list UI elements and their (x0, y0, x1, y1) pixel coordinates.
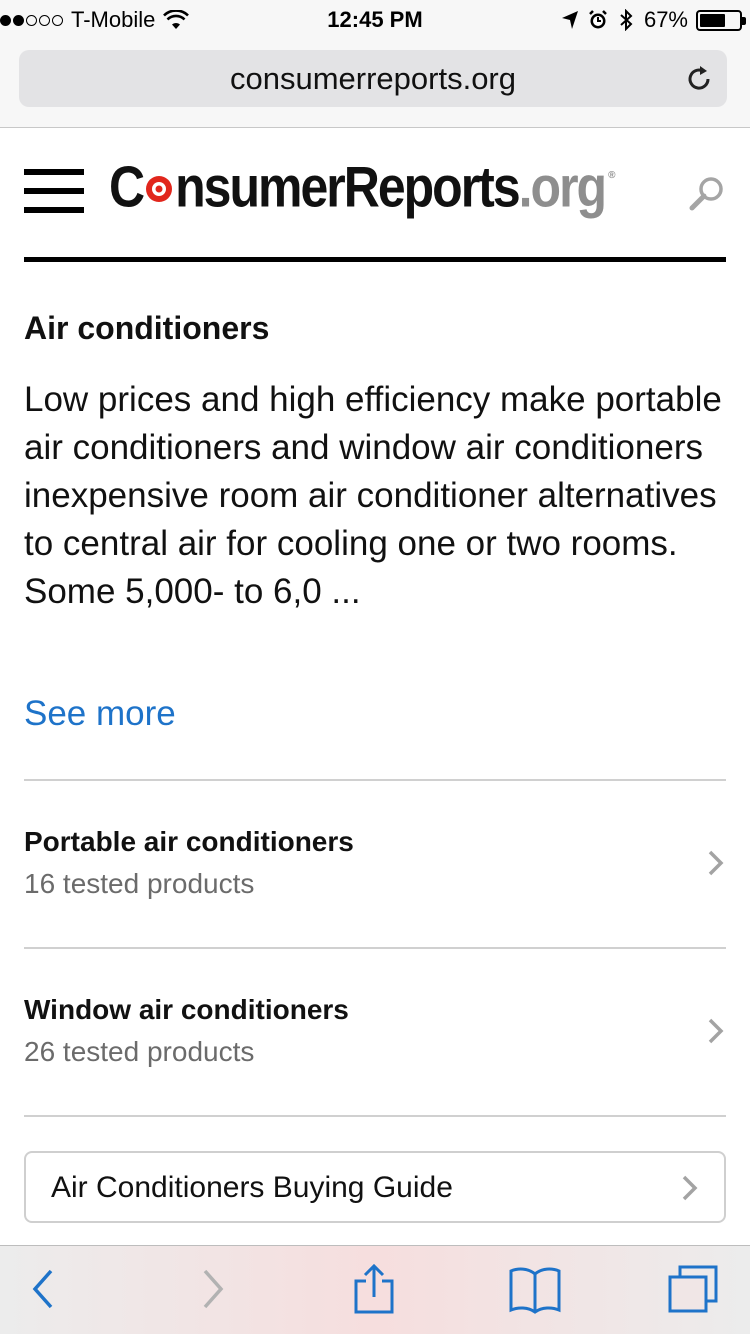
see-more-link[interactable]: See more (24, 694, 176, 734)
logo-wordmark: nsumerReports (175, 154, 521, 220)
browser-toolbar (0, 1245, 750, 1334)
forward-icon[interactable] (198, 1264, 228, 1314)
battery-icon (696, 9, 746, 31)
article-description: Low prices and high efficiency make port… (24, 380, 722, 611)
logo-target-icon (146, 176, 173, 202)
bookmarks-icon[interactable] (508, 1264, 562, 1314)
search-icon[interactable] (688, 174, 726, 212)
logo-registered: ® (608, 170, 616, 181)
chevron-right-icon (708, 1018, 724, 1044)
hamburger-menu-icon[interactable] (24, 169, 84, 213)
bluetooth-icon (620, 9, 633, 31)
location-arrow-icon (561, 11, 578, 29)
divider (24, 947, 726, 949)
chevron-right-icon (682, 1175, 698, 1201)
category-count: 16 tested products (24, 868, 255, 899)
status-right: 67% (560, 7, 746, 33)
battery-percent: 67% (643, 7, 688, 32)
buying-guide-button[interactable]: Air Conditioners Buying Guide (24, 1151, 726, 1223)
url-text[interactable]: consumerreports.org (19, 61, 727, 97)
category-name: Portable air conditioners (24, 826, 354, 857)
status-bar: T-Mobile 12:45 PM 67% (0, 0, 750, 40)
share-icon[interactable] (352, 1264, 396, 1314)
category-name: Window air conditioners (24, 994, 349, 1025)
reload-icon[interactable] (683, 63, 715, 95)
consumer-reports-logo[interactable]: C nsumerReports .org ® (109, 155, 616, 224)
buying-guide-label: Air Conditioners Buying Guide (51, 1171, 453, 1204)
back-icon[interactable] (28, 1264, 58, 1314)
tabs-icon[interactable] (666, 1264, 720, 1314)
site-header: C nsumerReports .org ® (24, 155, 726, 262)
chevron-right-icon (708, 850, 724, 876)
category-count: 26 tested products (24, 1036, 255, 1067)
logo-org: .org (518, 154, 607, 220)
logo-letter-c: C (109, 154, 145, 220)
category-row-window[interactable]: Window air conditioners 26 tested produc… (24, 994, 726, 1114)
page-title: Air conditioners (24, 310, 270, 346)
divider (24, 1115, 726, 1117)
alarm-icon (589, 10, 607, 29)
divider (24, 779, 726, 781)
address-bar[interactable]: consumerreports.org (19, 50, 727, 107)
battery-fill (700, 13, 726, 27)
category-row-portable[interactable]: Portable air conditioners 16 tested prod… (24, 826, 726, 946)
browser-top-chrome: T-Mobile 12:45 PM 67% consumerreports.or… (0, 0, 750, 128)
